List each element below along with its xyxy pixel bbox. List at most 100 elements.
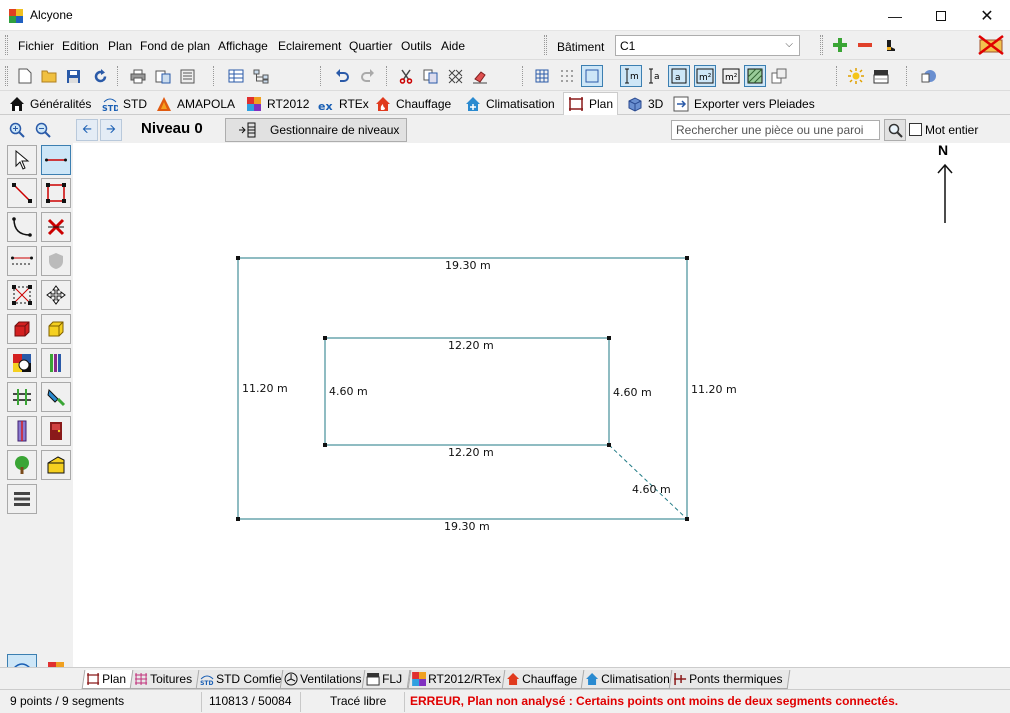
tab-generalites[interactable]: Généralités — [5, 93, 95, 114]
save-button[interactable] — [62, 65, 84, 87]
bottom-tab-ventilations[interactable]: Ventilations — [279, 670, 370, 689]
tab-rt2012[interactable]: RT2012 — [242, 93, 313, 114]
level-manager-button[interactable]: Gestionnaire de niveaux — [225, 118, 407, 142]
zoom-in-button[interactable] — [6, 119, 28, 141]
menu-outils[interactable]: Outils — [401, 39, 432, 53]
toolbar-grip[interactable] — [820, 35, 823, 55]
batiment-select[interactable]: C1 ⌵ — [615, 35, 800, 56]
tab-rtex[interactable]: ex RTEx — [314, 93, 373, 114]
bottom-tab-climatisation[interactable]: Climatisation — [580, 670, 679, 689]
toolbar-grip[interactable] — [5, 35, 8, 55]
menu-aide[interactable]: Aide — [441, 39, 465, 53]
menu-edition[interactable]: Edition — [62, 39, 99, 53]
remove-batiment-button[interactable] — [854, 34, 876, 56]
plan-point[interactable] — [323, 443, 327, 447]
tab-std[interactable]: STD STD — [98, 93, 151, 114]
close-button[interactable]: ✕ — [964, 0, 1010, 31]
toolbar-grip[interactable] — [5, 66, 8, 86]
materials-tool[interactable] — [7, 348, 37, 378]
dimension-tool[interactable] — [7, 246, 37, 276]
length-display-button[interactable]: m — [620, 65, 642, 87]
open-file-button[interactable] — [38, 65, 60, 87]
fill-rooms-button[interactable] — [744, 65, 766, 87]
floors-tool[interactable] — [7, 484, 37, 514]
bottom-tab-rt2012-rtex[interactable]: RT2012/RTex — [407, 670, 510, 689]
menu-quartier[interactable]: Quartier — [349, 39, 392, 53]
plan-point[interactable] — [607, 336, 611, 340]
scale-tool[interactable] — [7, 280, 37, 310]
plan-point[interactable] — [236, 256, 240, 260]
table-button[interactable] — [225, 65, 247, 87]
rectangle-tool[interactable] — [41, 178, 71, 208]
plan-point[interactable] — [685, 517, 689, 521]
dot-grid-button[interactable] — [556, 65, 578, 87]
surface-label-button[interactable]: m² — [720, 65, 742, 87]
toolbar-grip[interactable] — [544, 35, 547, 55]
tab-plan[interactable]: Plan — [563, 92, 619, 115]
minimize-button[interactable]: — — [872, 0, 918, 31]
add-batiment-button[interactable] — [829, 34, 851, 56]
plan-point[interactable] — [685, 256, 689, 260]
split-tool[interactable] — [7, 382, 37, 412]
pattern-button[interactable] — [444, 65, 466, 87]
segment-tool[interactable] — [41, 145, 71, 175]
door-tool[interactable] — [41, 416, 71, 446]
maximize-button[interactable] — [918, 0, 964, 31]
diagonal-segment[interactable] — [608, 444, 688, 520]
plan-drawing[interactable]: 19.30 m 19.30 m 11.20 m 11.20 m 12.20 m … — [73, 143, 1010, 667]
disable-batiment-button[interactable] — [976, 32, 1006, 58]
edit-batiment-button[interactable] — [878, 34, 900, 56]
tab-3d[interactable]: 3D — [623, 93, 667, 114]
search-button[interactable] — [884, 119, 906, 141]
bottom-tab-chauffage[interactable]: Chauffage — [501, 670, 586, 689]
help-button[interactable] — [918, 65, 940, 87]
plan-canvas[interactable]: 19.30 m 19.30 m 11.20 m 11.20 m 12.20 m … — [73, 143, 1010, 667]
diagonal-line-tool[interactable] — [7, 178, 37, 208]
volume-tool[interactable] — [41, 314, 71, 344]
surface-m2-button[interactable]: m² — [694, 65, 716, 87]
bottom-tab-plan[interactable]: Plan — [81, 670, 135, 689]
disabled-shield-tool[interactable] — [41, 246, 71, 276]
tree-tool[interactable] — [7, 450, 37, 480]
menu-eclairement[interactable]: Eclairement — [278, 39, 341, 53]
tab-exporter-pleiades[interactable]: Exporter vers Pleiades — [669, 93, 819, 114]
masque-tool[interactable] — [41, 450, 71, 480]
new-file-button[interactable] — [14, 65, 36, 87]
tab-chauffage[interactable]: Chauffage — [371, 93, 455, 114]
grid-button[interactable] — [531, 65, 553, 87]
bottom-tab-std-comfie[interactable]: STD STD Comfie — [195, 670, 290, 689]
redo-button[interactable] — [356, 65, 378, 87]
report-button[interactable] — [176, 65, 198, 87]
cut-button[interactable] — [395, 65, 417, 87]
room-3d-tool[interactable] — [7, 314, 37, 344]
sun-button[interactable] — [845, 65, 867, 87]
refresh-button[interactable] — [89, 65, 111, 87]
next-level-button[interactable]: 🡪 — [100, 119, 122, 141]
menu-plan[interactable]: Plan — [108, 39, 132, 53]
plan-point[interactable] — [607, 443, 611, 447]
tab-climatisation[interactable]: Climatisation — [461, 93, 559, 114]
window-tool[interactable] — [7, 416, 37, 446]
menu-fond-de-plan[interactable]: Fond de plan — [140, 39, 210, 53]
overlap-button[interactable] — [768, 65, 790, 87]
zoom-out-button[interactable] — [32, 119, 54, 141]
whole-word-checkbox[interactable] — [909, 123, 922, 136]
print-button[interactable] — [127, 65, 149, 87]
snap-button[interactable] — [581, 65, 603, 87]
delete-point-tool[interactable] — [41, 212, 71, 242]
plan-point[interactable] — [323, 336, 327, 340]
arc-tool[interactable] — [7, 212, 37, 242]
angle-display-button[interactable]: a — [644, 65, 666, 87]
walls-tool[interactable] — [41, 348, 71, 378]
paint-tool[interactable] — [41, 382, 71, 412]
bottom-tab-flj[interactable]: FLJ — [361, 670, 411, 689]
clear-button[interactable] — [469, 65, 491, 87]
area-display-button[interactable]: a — [668, 65, 690, 87]
bottom-tab-ponts-thermiques[interactable]: Ponts thermiques — [668, 670, 791, 689]
shading-button[interactable] — [870, 65, 892, 87]
menu-affichage[interactable]: Affichage — [218, 39, 268, 53]
plan-point[interactable] — [236, 517, 240, 521]
print-preview-button[interactable] — [152, 65, 174, 87]
search-input[interactable] — [671, 120, 880, 140]
select-tool[interactable] — [7, 145, 37, 175]
